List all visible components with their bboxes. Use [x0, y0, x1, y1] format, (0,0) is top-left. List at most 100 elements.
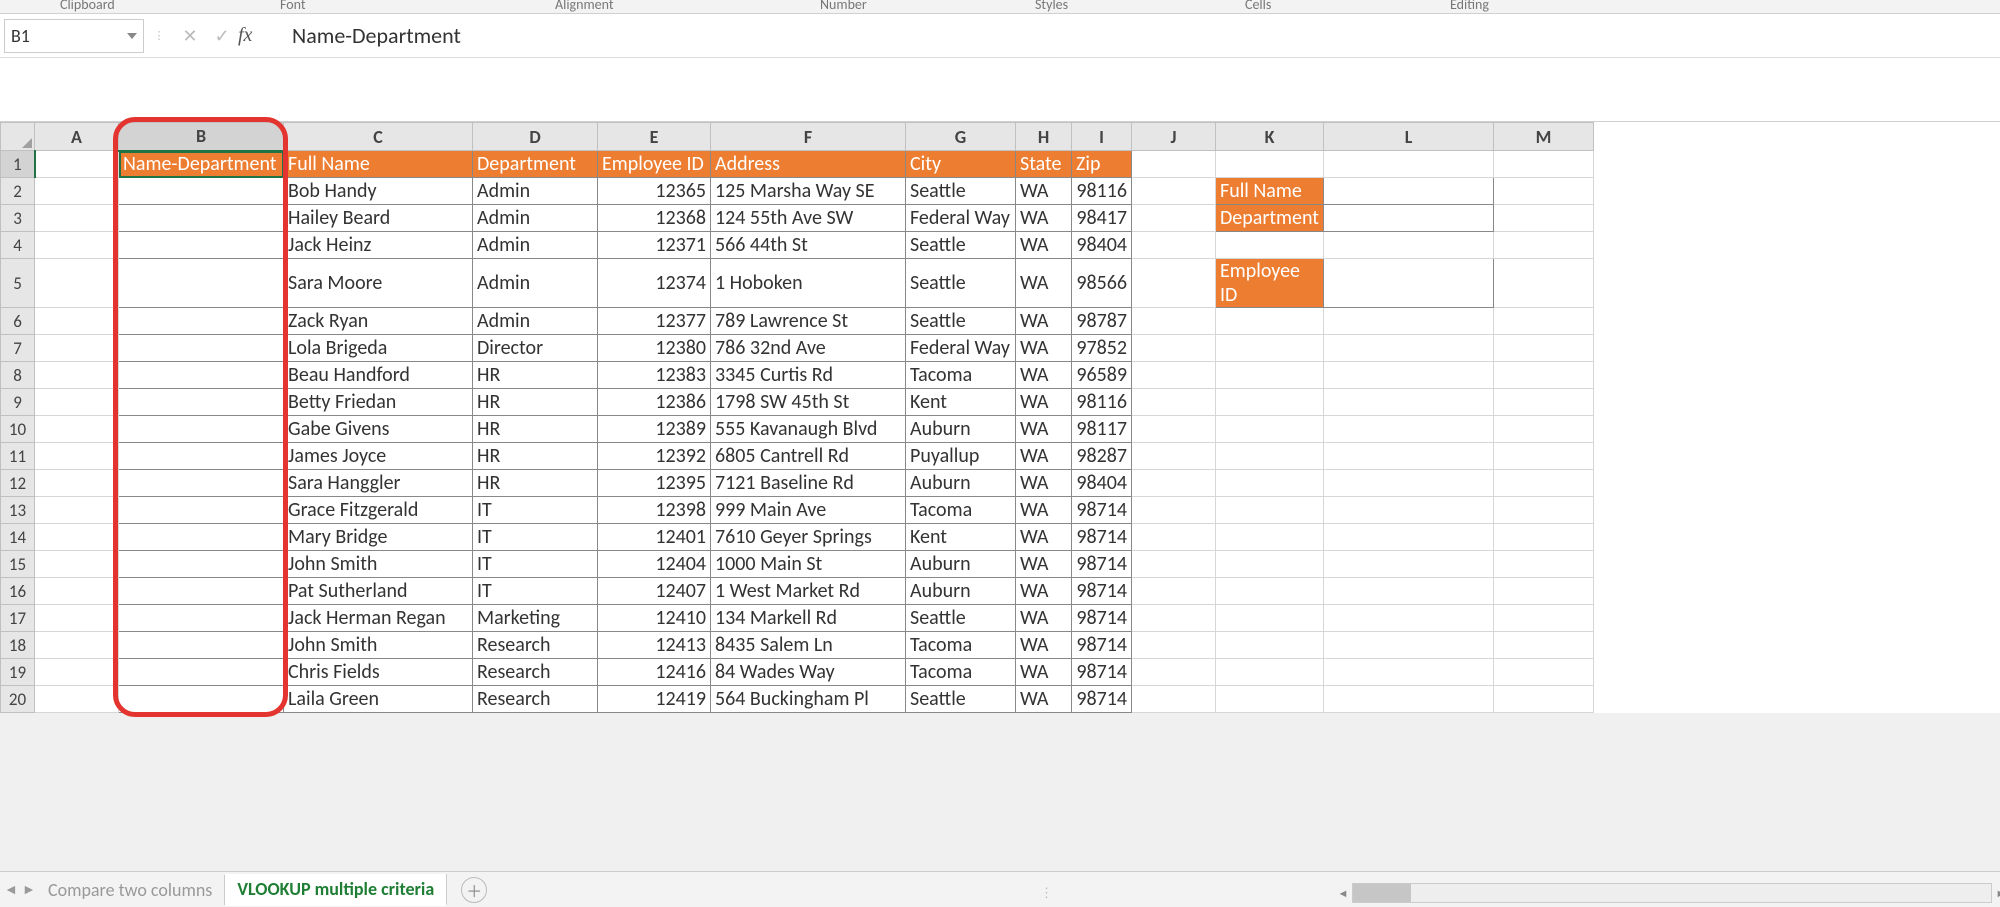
row-header-15[interactable]: 15	[1, 551, 35, 578]
cell-B13[interactable]	[119, 497, 284, 524]
cell-K7[interactable]	[1216, 335, 1324, 362]
cell-K12[interactable]	[1216, 470, 1324, 497]
lookup-department-label[interactable]: Department	[1216, 205, 1324, 232]
cell-C18[interactable]: John Smith	[284, 632, 473, 659]
cell-F20[interactable]: 564 Buckingham Pl	[711, 686, 906, 713]
cell-A12[interactable]	[35, 470, 119, 497]
cell-A1[interactable]	[35, 151, 119, 178]
cell-D7[interactable]: Director	[473, 335, 598, 362]
cell-C5[interactable]: Sara Moore	[284, 259, 473, 308]
column-header-I[interactable]: I	[1072, 123, 1132, 151]
cell-D17[interactable]: Marketing	[473, 605, 598, 632]
sheet-tab-compare[interactable]: Compare two columns	[36, 875, 225, 905]
horizontal-scrollbar[interactable]: ◄ ►	[1352, 883, 1992, 903]
cell-M1[interactable]	[1494, 151, 1594, 178]
cell-E2[interactable]: 12365	[598, 178, 711, 205]
cell-J5[interactable]	[1132, 259, 1216, 308]
cell-B16[interactable]	[119, 578, 284, 605]
cell-F14[interactable]: 7610 Geyer Springs	[711, 524, 906, 551]
cell-C13[interactable]: Grace Fitzgerald	[284, 497, 473, 524]
cell-M9[interactable]	[1494, 389, 1594, 416]
cell-H8[interactable]: WA	[1016, 362, 1072, 389]
cell-K19[interactable]	[1216, 659, 1324, 686]
cell-J6[interactable]	[1132, 308, 1216, 335]
cell-C6[interactable]: Zack Ryan	[284, 308, 473, 335]
cell-A13[interactable]	[35, 497, 119, 524]
cell-J4[interactable]	[1132, 232, 1216, 259]
cell-H5[interactable]: WA	[1016, 259, 1072, 308]
cell-L20[interactable]	[1324, 686, 1494, 713]
cell-L16[interactable]	[1324, 578, 1494, 605]
cell-E9[interactable]: 12386	[598, 389, 711, 416]
cell-G2[interactable]: Seattle	[906, 178, 1016, 205]
row-header-12[interactable]: 12	[1, 470, 35, 497]
fx-icon[interactable]: fx	[238, 24, 278, 47]
cell-J20[interactable]	[1132, 686, 1216, 713]
cell-C20[interactable]: Laila Green	[284, 686, 473, 713]
column-header-F[interactable]: F	[711, 123, 906, 151]
cell-M5[interactable]	[1494, 259, 1594, 308]
cell-G14[interactable]: Kent	[906, 524, 1016, 551]
row-header-6[interactable]: 6	[1, 308, 35, 335]
cell-G10[interactable]: Auburn	[906, 416, 1016, 443]
cell-I4[interactable]: 98404	[1072, 232, 1132, 259]
row-header-2[interactable]: 2	[1, 178, 35, 205]
cell-F6[interactable]: 789 Lawrence St	[711, 308, 906, 335]
cell-H14[interactable]: WA	[1016, 524, 1072, 551]
cell-M8[interactable]	[1494, 362, 1594, 389]
cell-J19[interactable]	[1132, 659, 1216, 686]
cell-L15[interactable]	[1324, 551, 1494, 578]
cell-A14[interactable]	[35, 524, 119, 551]
cell-J2[interactable]	[1132, 178, 1216, 205]
cell-B6[interactable]	[119, 308, 284, 335]
cell-H2[interactable]: WA	[1016, 178, 1072, 205]
column-header-B[interactable]: B	[119, 123, 284, 151]
cell-M2[interactable]	[1494, 178, 1594, 205]
cell-D8[interactable]: HR	[473, 362, 598, 389]
cell-H4[interactable]: WA	[1016, 232, 1072, 259]
cell-B10[interactable]	[119, 416, 284, 443]
cell-I1[interactable]: Zip	[1072, 151, 1132, 178]
cell-B20[interactable]	[119, 686, 284, 713]
cell-M19[interactable]	[1494, 659, 1594, 686]
row-header-13[interactable]: 13	[1, 497, 35, 524]
cell-M15[interactable]	[1494, 551, 1594, 578]
cell-F16[interactable]: 1 West Market Rd	[711, 578, 906, 605]
row-header-1[interactable]: 1	[1, 151, 35, 178]
cell-E5[interactable]: 12374	[598, 259, 711, 308]
cell-I9[interactable]: 98116	[1072, 389, 1132, 416]
cell-J18[interactable]	[1132, 632, 1216, 659]
cell-A8[interactable]	[35, 362, 119, 389]
cell-B15[interactable]	[119, 551, 284, 578]
cell-L17[interactable]	[1324, 605, 1494, 632]
cell-E8[interactable]: 12383	[598, 362, 711, 389]
cell-H6[interactable]: WA	[1016, 308, 1072, 335]
cell-F12[interactable]: 7121 Baseline Rd	[711, 470, 906, 497]
cell-B8[interactable]	[119, 362, 284, 389]
cell-E11[interactable]: 12392	[598, 443, 711, 470]
cell-E20[interactable]: 12419	[598, 686, 711, 713]
cell-J15[interactable]	[1132, 551, 1216, 578]
row-header-5[interactable]: 5	[1, 259, 35, 308]
scroll-right-icon[interactable]: ►	[1991, 884, 2000, 902]
cell-C8[interactable]: Beau Handford	[284, 362, 473, 389]
cell-F17[interactable]: 134 Markell Rd	[711, 605, 906, 632]
cell-F10[interactable]: 555 Kavanaugh Blvd	[711, 416, 906, 443]
cell-G8[interactable]: Tacoma	[906, 362, 1016, 389]
cell-F18[interactable]: 8435 Salem Ln	[711, 632, 906, 659]
cell-K20[interactable]	[1216, 686, 1324, 713]
lookup-fullname-label[interactable]: Full Name	[1216, 178, 1324, 205]
cell-D9[interactable]: HR	[473, 389, 598, 416]
chevron-down-icon[interactable]	[127, 33, 137, 39]
cell-M17[interactable]	[1494, 605, 1594, 632]
cell-C4[interactable]: Jack Heinz	[284, 232, 473, 259]
row-header-10[interactable]: 10	[1, 416, 35, 443]
column-header-H[interactable]: H	[1016, 123, 1072, 151]
cell-I3[interactable]: 98417	[1072, 205, 1132, 232]
cell-K14[interactable]	[1216, 524, 1324, 551]
cell-E19[interactable]: 12416	[598, 659, 711, 686]
cell-C3[interactable]: Hailey Beard	[284, 205, 473, 232]
cell-A11[interactable]	[35, 443, 119, 470]
row-header-18[interactable]: 18	[1, 632, 35, 659]
row-header-19[interactable]: 19	[1, 659, 35, 686]
